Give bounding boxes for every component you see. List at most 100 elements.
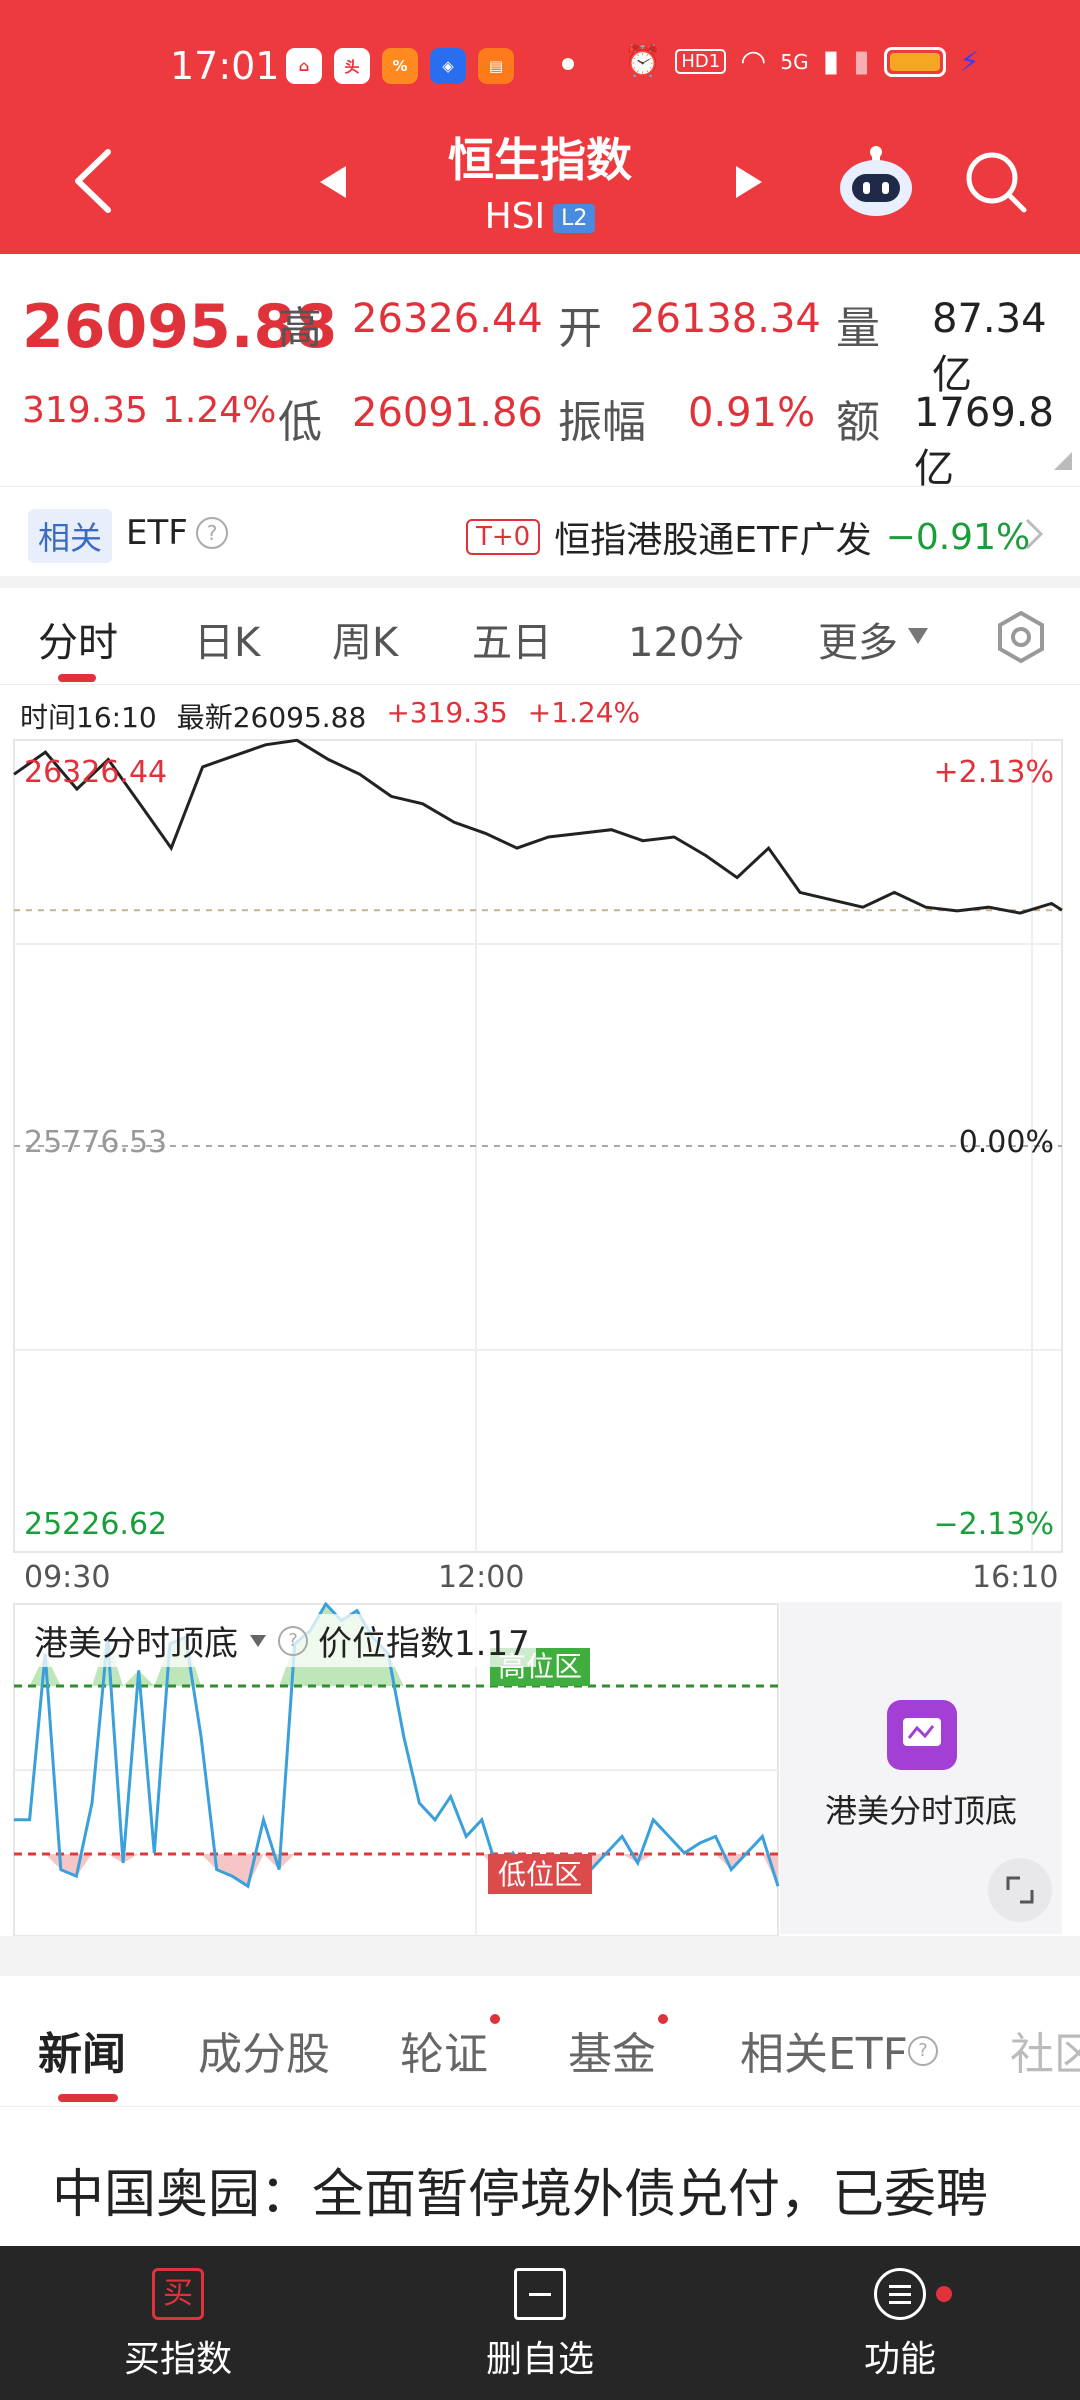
- tab-community[interactable]: 社区: [1010, 2018, 1080, 2082]
- x-tick-mid: 12:00: [438, 1560, 525, 1595]
- warrants-dot: [490, 2014, 500, 2024]
- next-index-icon[interactable]: [734, 164, 764, 200]
- status-app-icons: ⌂ 头 % ◈ ▤: [286, 48, 514, 84]
- indicator-card-label: 港美分时顶底: [824, 1792, 1017, 1830]
- hd-badge: HD1: [675, 49, 727, 74]
- robot-assistant-icon[interactable]: [836, 144, 916, 218]
- amount-value: 1769.8亿: [914, 390, 1054, 492]
- y-right-mid: 0.00%: [959, 1125, 1054, 1160]
- help-icon[interactable]: ?: [196, 517, 228, 549]
- info-time: 时间16:10: [20, 701, 157, 734]
- battery-icon: [883, 46, 946, 77]
- book-app-icon: ▤: [478, 48, 514, 84]
- indicator-selector[interactable]: 港美分时顶底 ? 价位指数1.17: [28, 1614, 536, 1667]
- functions-label: 功能: [863, 2339, 936, 2380]
- buy-index-button[interactable]: 买 买指数: [78, 2268, 278, 2382]
- related-etf-row[interactable]: 相关 ETF ? T+0 恒指港股通ETF广发 −0.91%: [0, 486, 1080, 581]
- news-tab-indicator: [58, 2094, 118, 2102]
- remove-watchlist-button[interactable]: 删自选: [440, 2268, 640, 2382]
- y-right-top: +2.13%: [934, 755, 1054, 790]
- amplitude-label: 振幅: [558, 397, 646, 448]
- symbol-code: HSI: [484, 196, 546, 237]
- l2-badge: L2: [553, 203, 596, 233]
- signal-label: 5G: [780, 49, 809, 74]
- y-label-top: 26326.44: [24, 755, 167, 790]
- indicator-help-icon[interactable]: ?: [278, 1625, 308, 1656]
- indicator-name: 港美分时顶底: [34, 1624, 238, 1664]
- tab-components[interactable]: 成分股: [198, 2018, 330, 2082]
- dropdown-triangle-icon: [908, 628, 928, 644]
- etf-fund-name: 恒指港股通ETF广发: [554, 520, 872, 561]
- chart-tabs: 分时 日K 周K 五日 120分 更多: [0, 588, 1080, 685]
- tab-daily-k[interactable]: 日K: [194, 610, 260, 668]
- info-latest: 最新26095.88: [176, 701, 367, 734]
- fullscreen-icon: [1006, 1876, 1034, 1904]
- tab-news[interactable]: 新闻: [38, 2018, 126, 2082]
- amount-label: 额: [836, 397, 880, 448]
- open-value: 26138.34: [630, 296, 821, 342]
- volume-value: 87.34亿: [932, 296, 1047, 398]
- divider: [0, 576, 1080, 588]
- expand-corner-icon[interactable]: [1054, 452, 1072, 470]
- page-title: 恒生指数: [448, 133, 632, 187]
- app-icon: %: [382, 48, 418, 84]
- status-right-icons: ⏰ HD1 ◠ 5G ▮ ▮ ⚡: [624, 44, 979, 79]
- low-zone-label: 低位区: [498, 1858, 582, 1891]
- intraday-chart[interactable]: 26326.44 25776.53 25226.62 +2.13% 0.00% …: [0, 738, 1080, 1558]
- price-change: 319.35: [22, 390, 148, 431]
- indicator-param: 价位指数1.17: [318, 1624, 530, 1664]
- tab-five-day[interactable]: 五日: [472, 610, 552, 668]
- buy-icon: 买: [152, 2268, 204, 2320]
- chevron-right-icon: [1025, 518, 1044, 550]
- tab-warrants[interactable]: 轮证: [400, 2018, 488, 2082]
- high-value: 26326.44: [352, 296, 543, 342]
- news-headline[interactable]: 中国奥园：全面暂停境外债兑付，已委聘: [52, 2152, 988, 2227]
- alarm-icon: ⏰: [624, 44, 662, 79]
- tab-weekly-k[interactable]: 周K: [332, 610, 398, 668]
- funds-dot: [658, 2014, 668, 2024]
- volume-label: 量: [836, 303, 880, 354]
- fullscreen-button[interactable]: [988, 1858, 1052, 1922]
- chart-info-line: 时间16:10 最新26095.88 +319.35 +1.24%: [20, 696, 640, 736]
- home-app-icon: ⌂: [286, 48, 322, 84]
- indicator-card-icon: [887, 1700, 957, 1770]
- low-label: 低: [278, 397, 322, 448]
- tplus-badge: T+0: [466, 519, 541, 555]
- signal2-icon: ▮: [853, 44, 870, 79]
- y-label-mid: 25776.53: [24, 1125, 167, 1160]
- info-change-pct: +1.24%: [527, 696, 641, 729]
- indicator-card[interactable]: 港美分时顶底: [780, 1602, 1062, 1934]
- signal-icon: ▮: [822, 44, 840, 79]
- y-right-bottom: −2.13%: [934, 1507, 1054, 1542]
- related-tag: 相关: [28, 509, 113, 563]
- low-zone-fill: [14, 1854, 778, 1887]
- x-tick-end: 16:10: [972, 1560, 1059, 1595]
- tab-funds[interactable]: 基金: [568, 2018, 656, 2082]
- info-change: +319.35: [386, 696, 508, 729]
- high-label: 高: [278, 303, 322, 354]
- page-subtitle: HSI L2: [0, 196, 1080, 237]
- remove-icon: [514, 2268, 566, 2320]
- tab-more[interactable]: 更多: [818, 610, 898, 668]
- tab-indicator: [58, 674, 96, 682]
- price-change-pct: 1.24%: [162, 390, 277, 431]
- toutiao-app-icon: 头: [334, 48, 370, 84]
- divider: [0, 1936, 1080, 1976]
- search-icon[interactable]: [964, 150, 1028, 214]
- menu-icon: [874, 2268, 926, 2320]
- etf-tab-help-icon[interactable]: ?: [908, 2036, 938, 2066]
- etf-label: ETF: [126, 513, 188, 553]
- news-tabs: 新闻 成分股 轮证 基金 相关ETF ? 社区: [0, 1976, 1080, 2107]
- y-label-bottom: 25226.62: [24, 1507, 167, 1542]
- functions-button[interactable]: 功能: [800, 2268, 1000, 2382]
- notification-dot: [562, 58, 574, 70]
- settings-icon[interactable]: [994, 610, 1048, 664]
- x-tick-start: 09:30: [24, 1560, 111, 1595]
- tab-related-etf[interactable]: 相关ETF: [740, 2018, 908, 2082]
- buy-index-label: 买指数: [123, 2339, 232, 2380]
- indicator-dropdown-icon: [250, 1634, 266, 1647]
- tab-120min[interactable]: 120分: [628, 610, 744, 668]
- price-line: [13, 738, 1063, 915]
- tab-intraday[interactable]: 分时: [38, 610, 118, 668]
- remove-watchlist-label: 删自选: [485, 2339, 594, 2380]
